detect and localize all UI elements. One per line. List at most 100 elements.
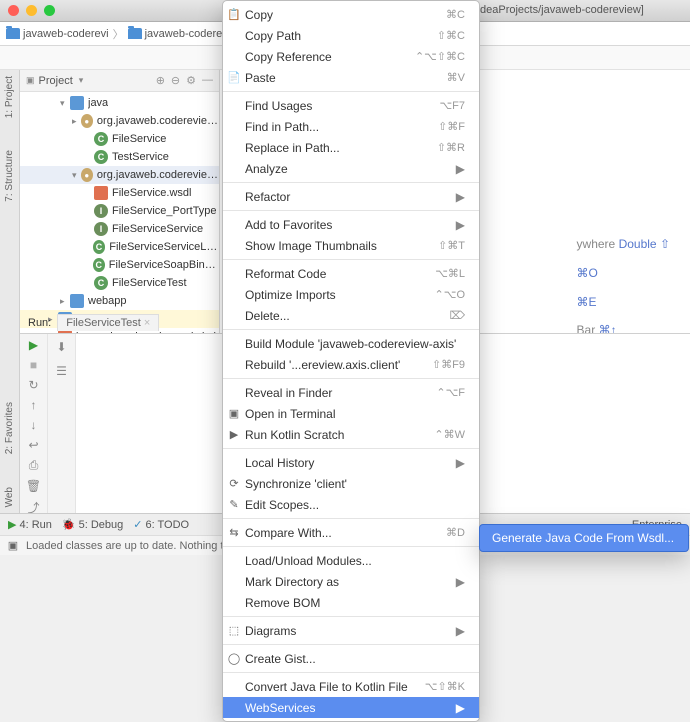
down-icon[interactable]: ↓ <box>25 418 43 432</box>
debug-toolwindow-button[interactable]: 🐞5: Debug <box>62 518 123 531</box>
min-dot[interactable] <box>26 5 37 16</box>
menu-item[interactable]: ◯ Create Gist... <box>223 648 479 669</box>
run-toolwindow-button[interactable]: ▶4: Run <box>8 518 52 531</box>
menu-item[interactable]: ▣Open in Terminal <box>223 403 479 424</box>
menu-item[interactable]: Remove BOM <box>223 592 479 613</box>
menu-item[interactable]: ⬚Diagrams▶ <box>223 620 479 641</box>
tree-row[interactable]: CTestService <box>20 148 219 166</box>
menu-item[interactable]: Copy Reference⌃⌥⇧⌘C <box>223 46 479 67</box>
menu-label: Copy Path <box>245 29 429 43</box>
tree-label: FileService.wsdl <box>112 187 191 199</box>
menu-label: Paste <box>245 71 439 85</box>
tree-row[interactable]: ▾●org.javaweb.codereview.axis <box>20 166 219 184</box>
tree-row[interactable]: IFileServiceService <box>20 220 219 238</box>
tree-label: FileServiceServiceLocato <box>109 241 219 253</box>
menu-item[interactable]: Refactor▶ <box>223 186 479 207</box>
menu-icon: 📋 <box>227 8 241 21</box>
crumb-item[interactable]: javaweb-coderevi <box>23 28 109 40</box>
tree-row[interactable]: IFileService_PortType <box>20 202 219 220</box>
tree-row[interactable]: ▸●org.javaweb.codereview.axis <box>20 112 219 130</box>
menu-item[interactable]: Convert Java File to Kotlin File⌥⇧⌘K <box>223 676 479 697</box>
menu-item[interactable]: Optimize Imports⌃⌥O <box>223 284 479 305</box>
menu-item[interactable]: Delete...⌦ <box>223 305 479 326</box>
folder-icon <box>70 294 84 308</box>
minimize-icon[interactable]: — <box>202 74 213 87</box>
sidebar-header[interactable]: ▣ Project ▾ ⊕ ⊖ ⚙ — <box>20 70 219 92</box>
filter-icon[interactable]: ☰ <box>53 362 71 380</box>
toolwindow-project-tab[interactable]: 1: Project <box>4 76 15 118</box>
project-icon: ▣ <box>26 75 35 86</box>
tree-row[interactable]: ▸webapp <box>20 292 219 310</box>
menu-item[interactable]: Rebuild '...ereview.axis.client'⇧⌘F9 <box>223 354 479 375</box>
tree-row[interactable]: CFileServiceServiceLocato <box>20 238 219 256</box>
menu-item[interactable]: Find Usages⌥F7 <box>223 95 479 116</box>
tree-row[interactable]: CFileServiceTest <box>20 274 219 292</box>
menu-item[interactable]: Reveal in Finder⌃⌥F <box>223 382 479 403</box>
disclosure-arrow[interactable]: ▾ <box>60 98 70 109</box>
sidebar-title: Project <box>39 75 73 87</box>
collapse-icon[interactable]: ⊕ <box>156 74 165 87</box>
run-tab[interactable]: FileServiceTest × <box>57 314 159 331</box>
tree-row[interactable]: ▾java <box>20 94 219 112</box>
submenu-arrow-icon: ▶ <box>456 190 465 204</box>
menu-item[interactable]: ⟳Synchronize 'client' <box>223 473 479 494</box>
menu-item[interactable]: ⇆Compare With...⌘D <box>223 522 479 543</box>
int-icon: I <box>94 222 108 236</box>
toolwindow-web-tab[interactable]: Web <box>4 487 15 507</box>
menu-shortcut: ⌥⌘L <box>435 267 465 280</box>
menu-item[interactable]: Replace in Path...⇧⌘R <box>223 137 479 158</box>
todo-toolwindow-button[interactable]: ✓6: TODO <box>133 518 189 531</box>
menu-label: Create Gist... <box>245 652 465 666</box>
pkg-icon: ● <box>81 168 93 182</box>
menu-item[interactable]: Build Module 'javaweb-codereview-axis' <box>223 333 479 354</box>
menu-item[interactable]: Find in Path...⇧⌘F <box>223 116 479 137</box>
gear-icon[interactable]: ⚙ <box>186 74 196 87</box>
disclosure-arrow[interactable]: ▸ <box>72 116 81 127</box>
menu-item[interactable]: Reformat Code ⌥⌘L <box>223 263 479 284</box>
toolwindow-structure-tab[interactable]: 7: Structure <box>4 150 15 202</box>
context-menu[interactable]: 📋Copy⌘CCopy Path⇧⌘CCopy Reference⌃⌥⇧⌘C📄P… <box>222 0 480 722</box>
menu-item[interactable]: 📄Paste⌘V <box>223 67 479 88</box>
hide-icon[interactable]: ⊖ <box>171 74 180 87</box>
up-icon[interactable]: ↑ <box>25 398 43 412</box>
softwrap-icon[interactable]: ↩ <box>25 438 43 452</box>
menu-item[interactable]: ✎Edit Scopes... <box>223 494 479 515</box>
run-icon[interactable]: ▶ <box>25 338 43 352</box>
close-dot[interactable] <box>8 5 19 16</box>
menu-label: Reformat Code <box>245 267 427 281</box>
menu-item[interactable]: Analyze▶ <box>223 158 479 179</box>
tree-row[interactable]: FileService.wsdl <box>20 184 219 202</box>
menu-item[interactable]: 📋Copy⌘C <box>223 4 479 25</box>
webservices-submenu[interactable]: Generate Java Code From Wsdl... <box>479 524 689 552</box>
disclosure-arrow[interactable]: ▾ <box>72 170 81 181</box>
trash-icon[interactable]: 🗑 <box>25 479 43 493</box>
tree-row[interactable]: CFileService <box>20 130 219 148</box>
menu-item[interactable]: Mark Directory as▶ <box>223 571 479 592</box>
menu-item[interactable]: Show Image Thumbnails⇧⌘T <box>223 235 479 256</box>
menu-item[interactable]: Copy Path⇧⌘C <box>223 25 479 46</box>
folder-icon <box>6 28 20 39</box>
submenu-arrow-icon: ▶ <box>456 218 465 232</box>
scroll-icon[interactable]: ⬇ <box>53 338 71 356</box>
restart-icon[interactable]: ↻ <box>25 378 43 392</box>
disclosure-arrow[interactable]: ▸ <box>60 296 70 307</box>
tree-label: FileService_PortType <box>112 205 217 217</box>
stop-icon[interactable]: ■ <box>25 358 43 372</box>
submenu-arrow-icon: ▶ <box>456 456 465 470</box>
menu-item[interactable]: Add to Favorites▶ <box>223 214 479 235</box>
menu-item[interactable]: Load/Unload Modules... <box>223 550 479 571</box>
menu-item[interactable]: ▶Run Kotlin Scratch⌃⌘W <box>223 424 479 445</box>
menu-icon: ◯ <box>227 652 241 665</box>
menu-label: Refactor <box>245 190 456 204</box>
tree-row[interactable]: CFileServiceSoapBindingSt <box>20 256 219 274</box>
max-dot[interactable] <box>44 5 55 16</box>
generate-wsdl-item[interactable]: Generate Java Code From Wsdl... <box>480 528 688 548</box>
crumb-item[interactable]: javaweb-coderevi <box>145 28 231 40</box>
menu-icon: ▶ <box>227 428 241 441</box>
menu-item[interactable]: Local History▶ <box>223 452 479 473</box>
print-icon[interactable]: ⎙ <box>25 458 43 473</box>
toolwindow-favorites-tab[interactable]: 2: Favorites <box>4 402 15 454</box>
chevron-down-icon[interactable]: ▾ <box>79 75 84 86</box>
menu-separator <box>223 448 479 449</box>
menu-item[interactable]: WebServices▶ <box>223 697 479 718</box>
